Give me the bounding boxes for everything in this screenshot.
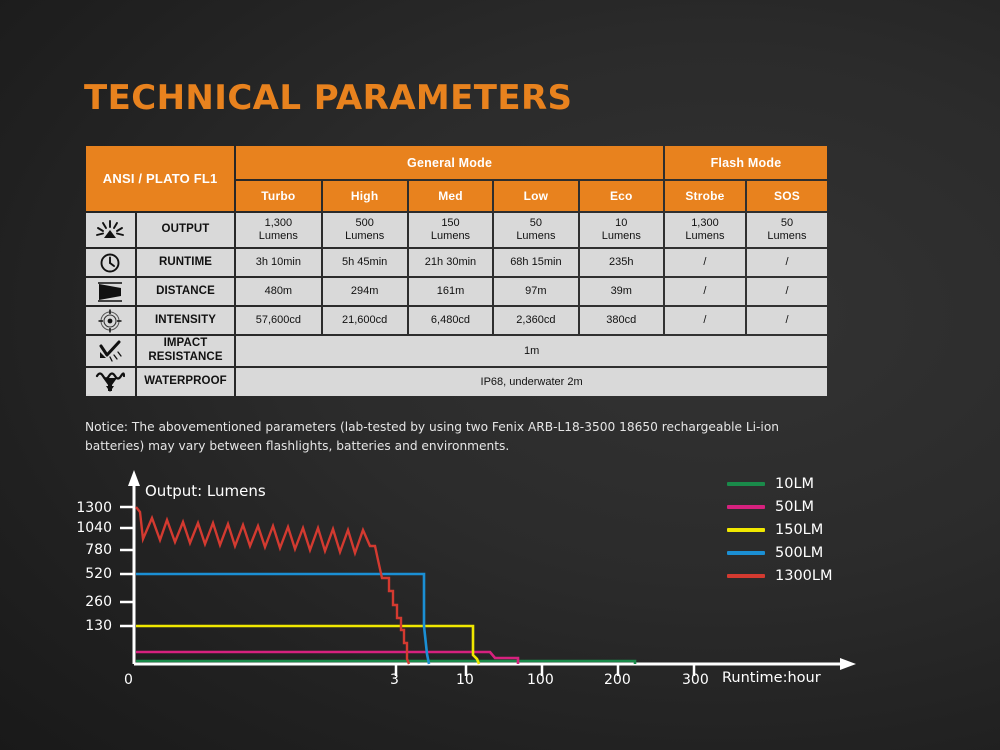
legend-swatch-50lm (727, 505, 765, 509)
cell-runtime-turbo: 3h 10min (236, 249, 321, 276)
legend-item-500lm: 500LM (727, 545, 823, 561)
legend-swatch-1300lm (727, 574, 765, 578)
cell-output-med: 150 Lumens (408, 213, 493, 247)
legend-swatch-150lm (727, 528, 765, 532)
header-mode-eco: Eco (579, 181, 663, 211)
table-row: IMPACT RESISTANCE 1m (86, 336, 827, 366)
table-row: INTENSITY 57,600cd 21,600cd 6,480cd 2,36… (86, 307, 827, 334)
row-label-distance: DISTANCE (136, 278, 235, 305)
header-mode-turbo: Turbo (236, 181, 321, 211)
runtime-chart: Output: Lumens Runtime:hour 1300 1040 78… (0, 460, 1000, 710)
table-row: RUNTIME 3h 10min 5h 45min 21h 30min 68h … (86, 249, 827, 276)
cell-intensity-turbo: 57,600cd (236, 307, 321, 334)
impact-check-icon (86, 336, 135, 366)
chart-plot-svg (120, 470, 856, 676)
cell-distance-sos: / (746, 278, 827, 305)
cell-intensity-sos: / (746, 307, 827, 334)
row-label-output: OUTPUT (136, 213, 235, 247)
cell-intensity-med: 6,480cd (408, 307, 493, 334)
header-mode-high: High (322, 181, 407, 211)
series-line-500lm (136, 572, 431, 665)
cell-distance-strobe: / (664, 278, 745, 305)
clock-icon (86, 249, 135, 276)
cell-output-strobe: 1,300 Lumens (664, 213, 745, 247)
table-row: DISTANCE 480m 294m 161m 97m 39m / / (86, 278, 827, 305)
series-line-1300lm (135, 506, 411, 665)
table-header-group-row: ANSI / PLATO FL1 General Mode Flash Mode (86, 146, 827, 211)
legend-swatch-10lm (727, 482, 765, 486)
legend-item-50lm: 50LM (727, 499, 814, 515)
cell-distance-low: 97m (494, 278, 578, 305)
cell-distance-med: 161m (408, 278, 493, 305)
sunburst-icon (86, 213, 135, 247)
cell-output-high: 500 Lumens (322, 213, 407, 247)
header-mode-med: Med (408, 181, 493, 211)
legend-item-150lm: 150LM (727, 522, 823, 538)
cell-output-eco: 10 Lumens (579, 213, 663, 247)
cell-runtime-med: 21h 30min (408, 249, 493, 276)
cell-impact-resistance-value: 1m (236, 336, 827, 366)
legend-label-150lm: 150LM (775, 522, 824, 538)
legend-label-500lm: 500LM (775, 545, 824, 561)
cell-runtime-strobe: / (664, 249, 745, 276)
cell-intensity-low: 2,360cd (494, 307, 578, 334)
header-mode-low: Low (494, 181, 578, 211)
header-general-mode: General Mode (236, 146, 663, 179)
legend-item-1300lm: 1300LM (727, 568, 833, 584)
cell-distance-eco: 39m (579, 278, 663, 305)
cell-runtime-low: 68h 15min (494, 249, 578, 276)
beam-wedge-icon (86, 278, 135, 305)
cell-intensity-strobe: / (664, 307, 745, 334)
legend-item-10lm: 10LM (727, 476, 814, 492)
cell-runtime-high: 5h 45min (322, 249, 407, 276)
table-row: WATERPROOF IP68, underwater 2m (86, 368, 827, 396)
table-row: OUTPUT 1,300 Lumens 500 Lumens 150 Lumens 5… (86, 213, 827, 247)
cell-runtime-eco: 235h (579, 249, 663, 276)
target-crosshair-icon (86, 307, 135, 334)
cell-output-turbo: 1,300 Lumens (236, 213, 321, 247)
legend-label-1300lm: 1300LM (775, 568, 833, 584)
row-label-impact-resistance: IMPACT RESISTANCE (136, 336, 235, 366)
row-label-intensity: INTENSITY (136, 307, 235, 334)
page-title: TECHNICAL PARAMETERS (84, 78, 573, 118)
header-mode-sos: SOS (746, 181, 827, 211)
row-label-waterproof: WATERPROOF (136, 368, 235, 396)
technical-parameters-table: ANSI / PLATO FL1 General Mode Flash Mode… (84, 144, 829, 398)
cell-runtime-sos: / (746, 249, 827, 276)
cell-intensity-eco: 380cd (579, 307, 663, 334)
header-flash-mode: Flash Mode (664, 146, 827, 179)
notice-text: Notice: The abovementioned parameters (l… (85, 420, 779, 453)
cell-waterproof-value: IP68, underwater 2m (236, 368, 827, 396)
header-ansi-plato: ANSI / PLATO FL1 (86, 146, 235, 211)
header-mode-strobe: Strobe (664, 181, 745, 211)
cell-distance-high: 294m (322, 278, 407, 305)
row-label-runtime: RUNTIME (136, 249, 235, 276)
cell-output-low: 50 Lumens (494, 213, 578, 247)
legend-label-50lm: 50LM (775, 499, 815, 515)
cell-output-sos: 50 Lumens (746, 213, 827, 247)
legend-swatch-500lm (727, 551, 765, 555)
legend-label-10lm: 10LM (775, 476, 815, 492)
cell-distance-turbo: 480m (236, 278, 321, 305)
water-drop-icon (86, 368, 135, 396)
cell-intensity-high: 21,600cd (322, 307, 407, 334)
